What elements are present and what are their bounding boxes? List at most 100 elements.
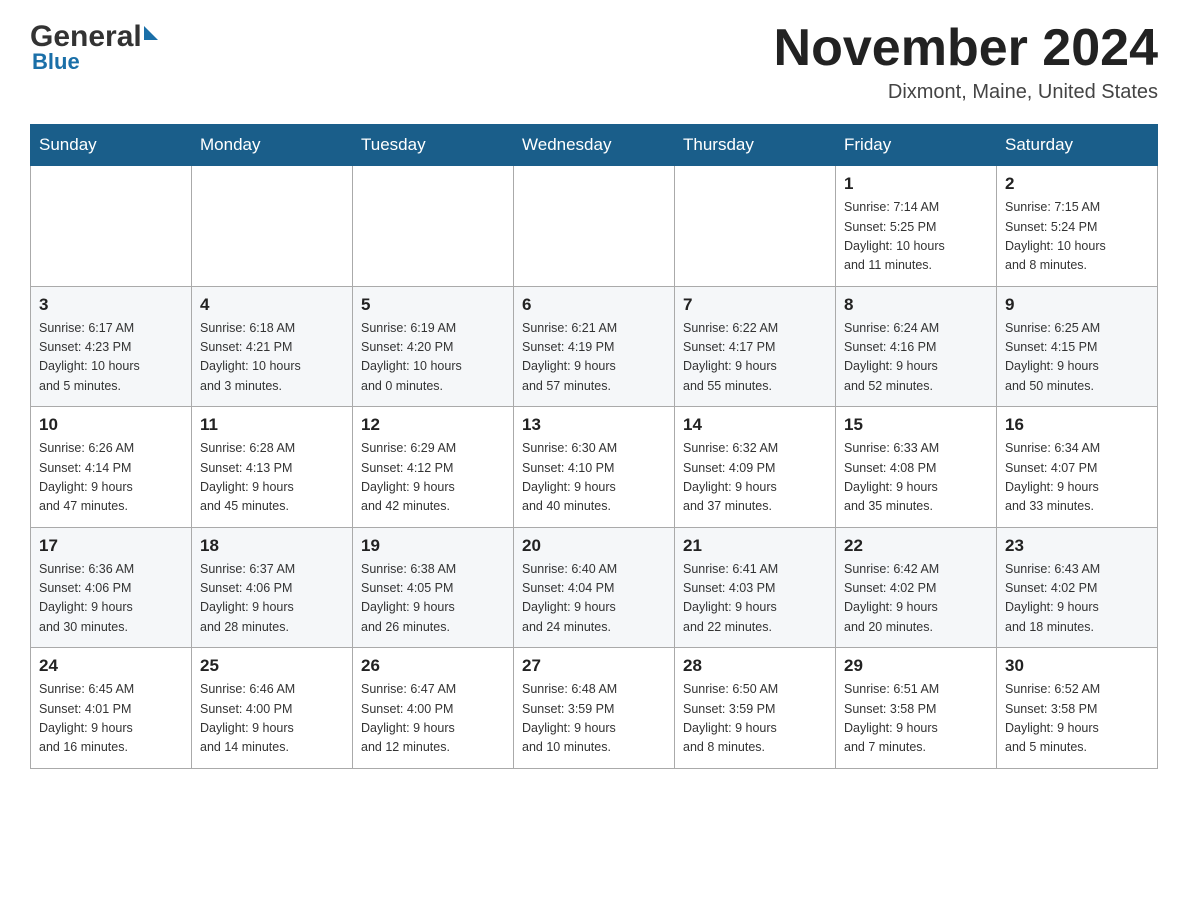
month-title: November 2024 <box>774 20 1158 77</box>
day-info: Sunrise: 6:18 AM Sunset: 4:21 PM Dayligh… <box>200 319 344 397</box>
calendar-day-cell <box>31 166 192 287</box>
day-info: Sunrise: 6:29 AM Sunset: 4:12 PM Dayligh… <box>361 439 505 517</box>
day-number: 17 <box>39 536 183 556</box>
day-info: Sunrise: 6:50 AM Sunset: 3:59 PM Dayligh… <box>683 680 827 758</box>
calendar-day-cell: 12 Sunrise: 6:29 AM Sunset: 4:12 PM Dayli… <box>353 407 514 528</box>
day-number: 8 <box>844 295 988 315</box>
day-info: Sunrise: 6:36 AM Sunset: 4:06 PM Dayligh… <box>39 560 183 638</box>
logo-blue-text: Blue <box>32 49 80 75</box>
day-number: 29 <box>844 656 988 676</box>
day-info: Sunrise: 6:47 AM Sunset: 4:00 PM Dayligh… <box>361 680 505 758</box>
day-number: 9 <box>1005 295 1149 315</box>
day-info: Sunrise: 6:32 AM Sunset: 4:09 PM Dayligh… <box>683 439 827 517</box>
calendar-day-cell: 5Sunrise: 6:19 AM Sunset: 4:20 PM Daylig… <box>353 286 514 407</box>
day-info: Sunrise: 6:26 AM Sunset: 4:14 PM Dayligh… <box>39 439 183 517</box>
day-info: Sunrise: 6:19 AM Sunset: 4:20 PM Dayligh… <box>361 319 505 397</box>
calendar-day-cell: 14 Sunrise: 6:32 AM Sunset: 4:09 PM Dayli… <box>675 407 836 528</box>
calendar-day-cell: 4 Sunrise: 6:18 AM Sunset: 4:21 PM Daylig… <box>192 286 353 407</box>
day-info: Sunrise: 6:30 AM Sunset: 4:10 PM Dayligh… <box>522 439 666 517</box>
day-number: 26 <box>361 656 505 676</box>
day-number: 13 <box>522 415 666 435</box>
weekday-header-thursday: Thursday <box>675 125 836 166</box>
day-info: Sunrise: 6:22 AM Sunset: 4:17 PM Dayligh… <box>683 319 827 397</box>
day-number: 27 <box>522 656 666 676</box>
calendar-day-cell: 19 Sunrise: 6:38 AM Sunset: 4:05 PM Dayli… <box>353 527 514 648</box>
day-number: 1 <box>844 174 988 194</box>
weekday-header-friday: Friday <box>836 125 997 166</box>
day-info: Sunrise: 6:17 AM Sunset: 4:23 PM Dayligh… <box>39 319 183 397</box>
day-number: 12 <box>361 415 505 435</box>
calendar-day-cell: 7 Sunrise: 6:22 AM Sunset: 4:17 PM Daylig… <box>675 286 836 407</box>
calendar-day-cell: 6 Sunrise: 6:21 AM Sunset: 4:19 PM Daylig… <box>514 286 675 407</box>
day-info: Sunrise: 6:28 AM Sunset: 4:13 PM Dayligh… <box>200 439 344 517</box>
calendar-day-cell: 2 Sunrise: 7:15 AM Sunset: 5:24 PM Daylig… <box>997 166 1158 287</box>
calendar-day-cell: 22 Sunrise: 6:42 AM Sunset: 4:02 PM Dayli… <box>836 527 997 648</box>
calendar-day-cell: 10 Sunrise: 6:26 AM Sunset: 4:14 PM Dayli… <box>31 407 192 528</box>
day-info: Sunrise: 6:21 AM Sunset: 4:19 PM Dayligh… <box>522 319 666 397</box>
logo-triangle-icon <box>144 26 158 40</box>
day-number: 3 <box>39 295 183 315</box>
day-info: Sunrise: 6:38 AM Sunset: 4:05 PM Dayligh… <box>361 560 505 638</box>
weekday-header-monday: Monday <box>192 125 353 166</box>
day-number: 21 <box>683 536 827 556</box>
calendar-day-cell <box>514 166 675 287</box>
day-info: Sunrise: 6:41 AM Sunset: 4:03 PM Dayligh… <box>683 560 827 638</box>
calendar-day-cell: 25Sunrise: 6:46 AM Sunset: 4:00 PM Dayli… <box>192 648 353 769</box>
day-info: Sunrise: 6:24 AM Sunset: 4:16 PM Dayligh… <box>844 319 988 397</box>
day-number: 30 <box>1005 656 1149 676</box>
calendar-day-cell: 9Sunrise: 6:25 AM Sunset: 4:15 PM Daylig… <box>997 286 1158 407</box>
calendar-day-cell: 15Sunrise: 6:33 AM Sunset: 4:08 PM Dayli… <box>836 407 997 528</box>
day-info: Sunrise: 7:15 AM Sunset: 5:24 PM Dayligh… <box>1005 198 1149 276</box>
day-info: Sunrise: 7:14 AM Sunset: 5:25 PM Dayligh… <box>844 198 988 276</box>
day-number: 4 <box>200 295 344 315</box>
calendar-day-cell: 23Sunrise: 6:43 AM Sunset: 4:02 PM Dayli… <box>997 527 1158 648</box>
day-info: Sunrise: 6:45 AM Sunset: 4:01 PM Dayligh… <box>39 680 183 758</box>
day-number: 14 <box>683 415 827 435</box>
day-info: Sunrise: 6:51 AM Sunset: 3:58 PM Dayligh… <box>844 680 988 758</box>
day-number: 10 <box>39 415 183 435</box>
calendar-day-cell <box>675 166 836 287</box>
calendar-week-row: 1 Sunrise: 7:14 AM Sunset: 5:25 PM Daylig… <box>31 166 1158 287</box>
calendar-day-cell: 27 Sunrise: 6:48 AM Sunset: 3:59 PM Dayli… <box>514 648 675 769</box>
calendar-day-cell: 13 Sunrise: 6:30 AM Sunset: 4:10 PM Dayli… <box>514 407 675 528</box>
day-number: 2 <box>1005 174 1149 194</box>
day-number: 18 <box>200 536 344 556</box>
calendar-day-cell: 29 Sunrise: 6:51 AM Sunset: 3:58 PM Dayli… <box>836 648 997 769</box>
calendar-day-cell: 17 Sunrise: 6:36 AM Sunset: 4:06 PM Dayli… <box>31 527 192 648</box>
day-number: 16 <box>1005 415 1149 435</box>
day-info: Sunrise: 6:43 AM Sunset: 4:02 PM Dayligh… <box>1005 560 1149 638</box>
calendar-day-cell: 3 Sunrise: 6:17 AM Sunset: 4:23 PM Daylig… <box>31 286 192 407</box>
calendar-day-cell: 26 Sunrise: 6:47 AM Sunset: 4:00 PM Dayli… <box>353 648 514 769</box>
weekday-header-sunday: Sunday <box>31 125 192 166</box>
calendar-week-row: 10 Sunrise: 6:26 AM Sunset: 4:14 PM Dayli… <box>31 407 1158 528</box>
calendar-header-row: SundayMondayTuesdayWednesdayThursdayFrid… <box>31 125 1158 166</box>
day-number: 19 <box>361 536 505 556</box>
day-info: Sunrise: 6:42 AM Sunset: 4:02 PM Dayligh… <box>844 560 988 638</box>
calendar-day-cell: 1 Sunrise: 7:14 AM Sunset: 5:25 PM Daylig… <box>836 166 997 287</box>
calendar-day-cell: 20Sunrise: 6:40 AM Sunset: 4:04 PM Dayli… <box>514 527 675 648</box>
day-number: 11 <box>200 415 344 435</box>
weekday-header-wednesday: Wednesday <box>514 125 675 166</box>
calendar-day-cell <box>353 166 514 287</box>
title-area: November 2024 Dixmont, Maine, United Sta… <box>774 20 1158 104</box>
calendar-day-cell: 24Sunrise: 6:45 AM Sunset: 4:01 PM Dayli… <box>31 648 192 769</box>
day-info: Sunrise: 6:48 AM Sunset: 3:59 PM Dayligh… <box>522 680 666 758</box>
day-number: 25 <box>200 656 344 676</box>
day-info: Sunrise: 6:33 AM Sunset: 4:08 PM Dayligh… <box>844 439 988 517</box>
day-number: 20 <box>522 536 666 556</box>
calendar-day-cell: 8 Sunrise: 6:24 AM Sunset: 4:16 PM Daylig… <box>836 286 997 407</box>
weekday-header-saturday: Saturday <box>997 125 1158 166</box>
calendar-day-cell: 18Sunrise: 6:37 AM Sunset: 4:06 PM Dayli… <box>192 527 353 648</box>
weekday-header-tuesday: Tuesday <box>353 125 514 166</box>
day-number: 22 <box>844 536 988 556</box>
day-number: 7 <box>683 295 827 315</box>
calendar-day-cell: 11 Sunrise: 6:28 AM Sunset: 4:13 PM Dayli… <box>192 407 353 528</box>
day-info: Sunrise: 6:34 AM Sunset: 4:07 PM Dayligh… <box>1005 439 1149 517</box>
calendar-day-cell: 30Sunrise: 6:52 AM Sunset: 3:58 PM Dayli… <box>997 648 1158 769</box>
logo-area: General Blue <box>30 20 160 75</box>
calendar-week-row: 3 Sunrise: 6:17 AM Sunset: 4:23 PM Daylig… <box>31 286 1158 407</box>
day-number: 6 <box>522 295 666 315</box>
calendar-day-cell: 21 Sunrise: 6:41 AM Sunset: 4:03 PM Dayli… <box>675 527 836 648</box>
page-header: General Blue November 2024 Dixmont, Main… <box>30 20 1158 104</box>
calendar-day-cell: 16 Sunrise: 6:34 AM Sunset: 4:07 PM Dayli… <box>997 407 1158 528</box>
